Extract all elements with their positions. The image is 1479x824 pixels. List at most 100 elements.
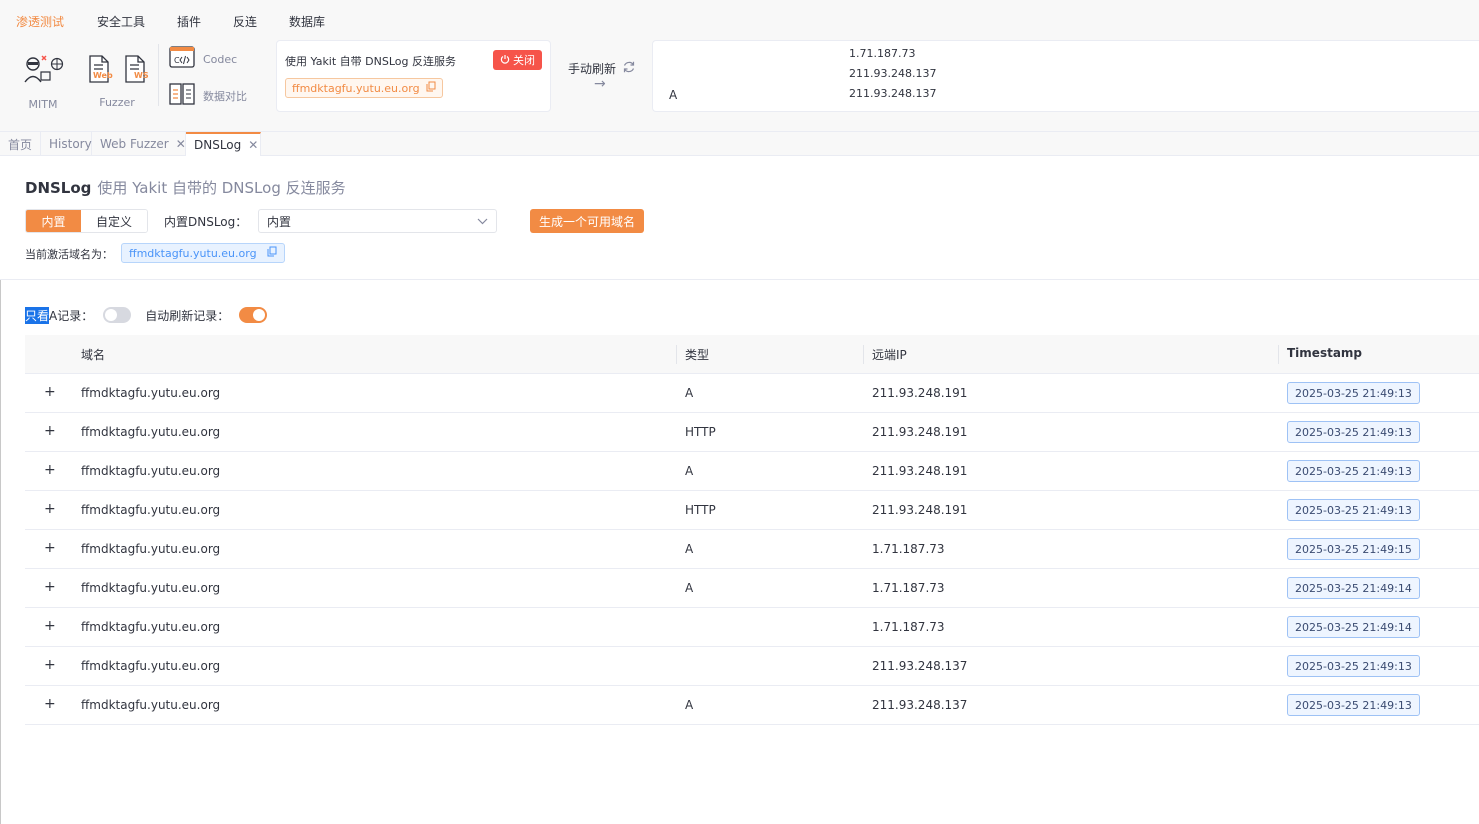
- close-icon[interactable]: ✕: [176, 137, 186, 151]
- menu-pentest[interactable]: 渗透测试: [16, 13, 64, 30]
- expand-icon[interactable]: +: [44, 540, 56, 556]
- cell-timestamp: 2025-03-25 21:49:13: [1287, 382, 1420, 404]
- expand-icon[interactable]: +: [44, 657, 56, 673]
- tab-bar: 首页 History Web Fuzzer ✕ DNSLog ✕: [0, 132, 1479, 156]
- record-ip-1: 1.71.187.73: [849, 47, 916, 60]
- table-row[interactable]: + ffmdktagfu.yutu.eu.org A 211.93.248.191 20…: [25, 452, 1479, 491]
- data-compare-tool[interactable]: 数据对比: [169, 82, 247, 109]
- builtin-dnslog-value: 内置: [267, 214, 292, 229]
- section-divider: [0, 279, 1479, 280]
- table-row[interactable]: + ffmdktagfu.yutu.eu.org A 211.93.248.191 20…: [25, 374, 1479, 413]
- cell-type: A: [685, 464, 694, 478]
- cell-type: A: [685, 542, 694, 556]
- builtin-mode-button[interactable]: 内置: [26, 210, 81, 232]
- copy-icon[interactable]: [426, 81, 436, 95]
- generate-domain-button[interactable]: 生成一个可用域名: [530, 209, 644, 233]
- table-row[interactable]: + ffmdktagfu.yutu.eu.org HTTP 211.93.248.19…: [25, 413, 1479, 452]
- col-divider: [1278, 345, 1279, 364]
- cell-remote-ip: 211.93.248.137: [872, 698, 968, 712]
- only-a-switch[interactable]: [103, 307, 132, 323]
- web-icon-text: Web: [93, 71, 113, 80]
- tool-ribbon: MITM Web WS Fuzzer C Codec 数据对比 使用 Yakit…: [0, 40, 1479, 132]
- expand-icon[interactable]: +: [44, 618, 56, 634]
- cell-domain: ffmdktagfu.yutu.eu.org: [81, 503, 221, 517]
- ws-fuzzer-icon[interactable]: WS: [122, 54, 149, 84]
- power-icon: [500, 54, 510, 67]
- menu-security-tools[interactable]: 安全工具: [97, 13, 145, 30]
- card-domain-tag: ffmdktagfu.yutu.eu.org: [285, 78, 443, 98]
- record-ip-3: 211.93.248.137: [849, 87, 937, 100]
- ribbon-divider: [158, 44, 159, 106]
- expand-icon[interactable]: +: [44, 501, 56, 517]
- cell-domain: ffmdktagfu.yutu.eu.org: [81, 464, 221, 478]
- cell-domain: ffmdktagfu.yutu.eu.org: [81, 698, 221, 712]
- mitm-tool[interactable]: MITM: [20, 52, 66, 111]
- compare-label: 数据对比: [203, 89, 247, 103]
- expand-icon[interactable]: +: [44, 423, 56, 439]
- expand-icon[interactable]: +: [44, 579, 56, 595]
- menu-database[interactable]: 数据库: [289, 13, 325, 30]
- record-ip-2: 211.93.248.137: [849, 67, 937, 80]
- cell-type: HTTP: [685, 503, 716, 517]
- table-row[interactable]: + ffmdktagfu.yutu.eu.org 211.93.248.137 202…: [25, 647, 1479, 686]
- web-fuzzer-icon[interactable]: Web: [86, 54, 113, 84]
- cell-domain: ffmdktagfu.yutu.eu.org: [81, 425, 221, 439]
- table-row[interactable]: + ffmdktagfu.yutu.eu.org A 1.71.187.73 2025-…: [25, 569, 1479, 608]
- tab-web-fuzzer[interactable]: Web Fuzzer ✕: [92, 132, 186, 156]
- codec-tool[interactable]: C Codec: [169, 46, 237, 73]
- page-title-main: DNSLog: [25, 179, 92, 197]
- close-dnslog-button[interactable]: 关闭: [493, 50, 542, 70]
- cell-timestamp: 2025-03-25 21:49:15: [1287, 538, 1420, 560]
- menu-plugins[interactable]: 插件: [177, 13, 201, 30]
- tab-dnslog[interactable]: DNSLog ✕: [186, 132, 261, 156]
- codec-label: Codec: [203, 53, 238, 66]
- cell-remote-ip: 211.93.248.137: [872, 659, 968, 673]
- cell-timestamp: 2025-03-25 21:49:14: [1287, 616, 1420, 638]
- cell-domain: ffmdktagfu.yutu.eu.org: [81, 542, 221, 556]
- tab-history[interactable]: History: [41, 132, 92, 156]
- cell-remote-ip: 211.93.248.191: [872, 464, 968, 478]
- col-type: 类型: [685, 348, 710, 362]
- tab-home[interactable]: 首页: [0, 132, 41, 156]
- cell-domain: ffmdktagfu.yutu.eu.org: [81, 659, 221, 673]
- tab-dnslog-label: DNSLog: [194, 138, 242, 152]
- only-a-prefix: 只看: [25, 306, 50, 324]
- only-a-label: A记录：: [49, 308, 94, 323]
- cell-timestamp: 2025-03-25 21:49:13: [1287, 655, 1420, 677]
- chevron-down-icon: [477, 214, 488, 228]
- cell-remote-ip: 211.93.248.191: [872, 386, 968, 400]
- fuzzer-label: Fuzzer: [99, 96, 135, 109]
- tab-home-label: 首页: [8, 137, 33, 152]
- close-icon[interactable]: ✕: [248, 138, 258, 152]
- table-row[interactable]: + ffmdktagfu.yutu.eu.org 1.71.187.73 2025-0…: [25, 608, 1479, 647]
- cell-timestamp: 2025-03-25 21:49:13: [1287, 460, 1420, 482]
- table-row[interactable]: + ffmdktagfu.yutu.eu.org A 211.93.248.137 20…: [25, 686, 1479, 725]
- fuzzer-tool: Web WS Fuzzer: [84, 54, 150, 109]
- expand-icon[interactable]: +: [44, 462, 56, 478]
- expand-icon[interactable]: +: [44, 696, 56, 712]
- refresh-icon: [622, 60, 636, 77]
- copy-icon[interactable]: [267, 246, 277, 260]
- table-row[interactable]: + ffmdktagfu.yutu.eu.org HTTP 211.93.248.19…: [25, 491, 1479, 530]
- manual-refresh-button[interactable]: 手动刷新: [568, 60, 636, 77]
- cell-type: HTTP: [685, 425, 716, 439]
- cell-type: A: [685, 698, 694, 712]
- arrow-right-icon: →: [594, 76, 606, 92]
- ws-icon-text: WS: [134, 71, 149, 80]
- manual-refresh-label: 手动刷新: [568, 62, 617, 76]
- auto-refresh-switch[interactable]: [239, 307, 268, 323]
- card-domain-text: ffmdktagfu.yutu.eu.org: [292, 81, 420, 95]
- custom-mode-button[interactable]: 自定义: [81, 210, 147, 232]
- auto-refresh-label: 自动刷新记录：: [145, 308, 230, 323]
- menu-reverse[interactable]: 反连: [233, 13, 257, 30]
- builtin-dnslog-select[interactable]: 内置: [258, 209, 497, 233]
- active-domain-text: ffmdktagfu.yutu.eu.org: [129, 246, 257, 260]
- col-divider: [676, 345, 677, 364]
- table-row[interactable]: + ffmdktagfu.yutu.eu.org A 1.71.187.73 2025-…: [25, 530, 1479, 569]
- table-body: + ffmdktagfu.yutu.eu.org A 211.93.248.191 20…: [25, 374, 1479, 725]
- mitm-label: MITM: [28, 98, 58, 111]
- top-menu-bar: 渗透测试 安全工具 插件 反连 数据库: [0, 0, 1479, 40]
- cell-remote-ip: 211.93.248.191: [872, 425, 968, 439]
- cell-domain: ffmdktagfu.yutu.eu.org: [81, 581, 221, 595]
- expand-icon[interactable]: +: [44, 384, 56, 400]
